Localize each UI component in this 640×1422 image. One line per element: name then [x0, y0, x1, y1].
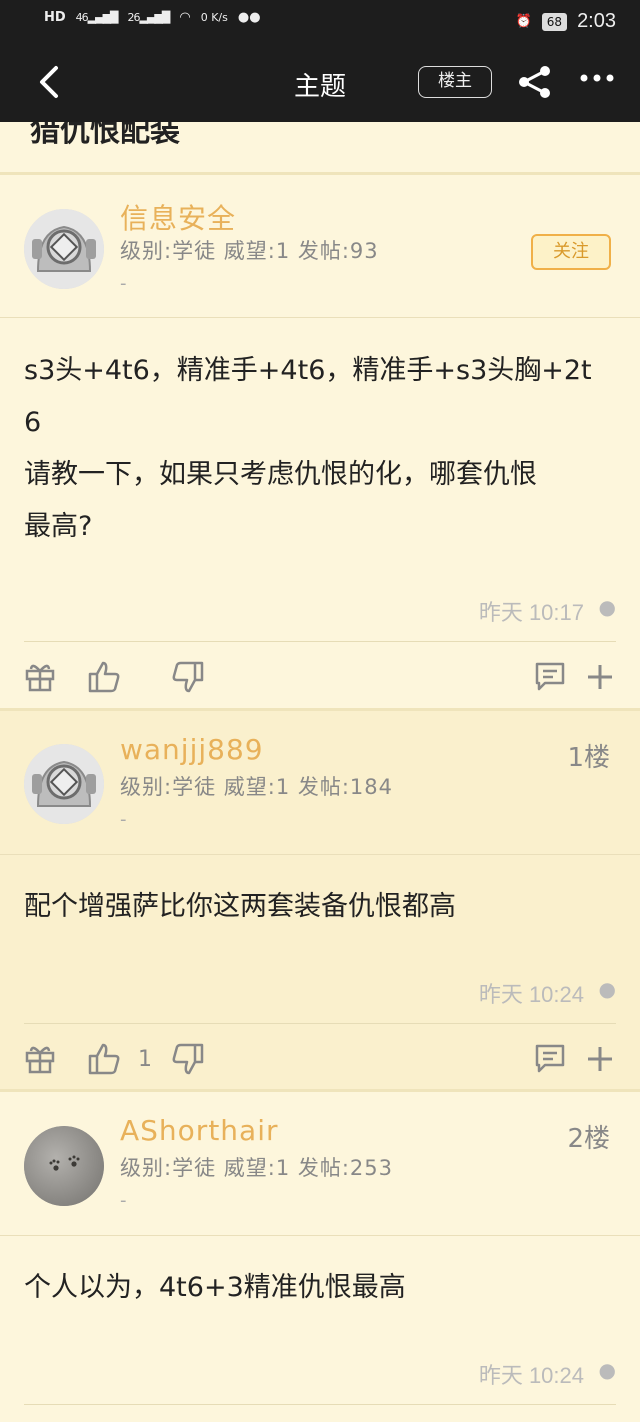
- thumbs-up-icon[interactable]: [86, 1041, 122, 1077]
- username[interactable]: wanjjj889: [120, 733, 264, 766]
- post-main: 信息安全 级别:学徒 威望:1 发帖:93 - 关注 s3头+4t6，精准手+4…: [0, 175, 640, 710]
- paw-print-icon: [24, 1126, 104, 1206]
- user-signature: -: [120, 273, 127, 294]
- apple-icon: ●: [598, 977, 616, 1001]
- clock: 2:03: [577, 10, 616, 32]
- avatar[interactable]: [24, 1126, 104, 1206]
- user-meta: 级别:学徒 威望:1 发帖:93: [120, 239, 379, 263]
- thread-title-area: 猎仇恨配装: [0, 122, 640, 174]
- gift-icon[interactable]: [22, 1040, 58, 1076]
- status-bar: HD 46▂▄▆█ 26▂▄▆█ ◠ 0 K/s ●● ⏰ 68 2:03: [0, 0, 640, 44]
- post-content: 个人以为，4t6+3精准仇恨最高: [24, 1262, 618, 1314]
- divider: [0, 317, 640, 318]
- thumbs-down-icon[interactable]: [170, 1041, 206, 1077]
- signal-icon-2: 26▂▄▆█: [127, 11, 171, 24]
- share-icon: [519, 66, 550, 98]
- avatar[interactable]: [24, 744, 104, 824]
- plus-icon[interactable]: [582, 1041, 618, 1077]
- diver-helmet-icon: [24, 209, 104, 289]
- floor-number: 1楼: [567, 743, 610, 773]
- battery-icon: 68: [541, 12, 568, 31]
- content-line: 请教一下，如果只考虑仇恨的化，哪套仇恨: [24, 459, 537, 490]
- content-line: 个人以为，4t6+3精准仇恨最高: [24, 1272, 406, 1303]
- divider: [24, 1023, 616, 1024]
- content-line: 6: [24, 407, 42, 438]
- more-button[interactable]: [574, 60, 620, 96]
- username[interactable]: 信息安全: [120, 197, 236, 237]
- post-content: s3头+4t6，精准手+4t6，精准手+s3头胸+2t 6 请教一下，如果只考虑…: [24, 345, 618, 553]
- post-time: 昨天 10:17: [478, 600, 584, 625]
- share-button[interactable]: [516, 64, 554, 100]
- apple-icon: ●: [598, 595, 616, 619]
- comment-icon[interactable]: [532, 1041, 568, 1077]
- user-meta: 级别:学徒 威望:1 发帖:253: [120, 1156, 394, 1180]
- post-reply: wanjjj889 级别:学徒 威望:1 发帖:184 - 1楼 配个增强萨比你…: [0, 711, 640, 1089]
- user-meta: 级别:学徒 威望:1 发帖:184: [120, 775, 394, 799]
- alarm-icon: ⏰: [515, 14, 532, 29]
- more-icon: [580, 74, 614, 82]
- username[interactable]: AShorthair: [120, 1114, 279, 1147]
- plus-icon[interactable]: [582, 659, 618, 695]
- user-signature: -: [120, 1190, 127, 1211]
- op-only-button[interactable]: 楼主: [418, 66, 492, 98]
- comment-icon[interactable]: [532, 659, 568, 695]
- content-line: 最高?: [24, 511, 93, 542]
- gift-icon[interactable]: [22, 658, 58, 694]
- avatar[interactable]: [24, 209, 104, 289]
- divider: [24, 1404, 616, 1405]
- floor-number: 2楼: [567, 1124, 610, 1154]
- post-content: 配个增强萨比你这两套装备仇恨都高: [24, 881, 618, 933]
- user-signature: -: [120, 809, 127, 830]
- follow-button[interactable]: 关注: [531, 234, 611, 270]
- post-reply: AShorthair 级别:学徒 威望:1 发帖:253 - 2楼 个人以为，4…: [0, 1092, 640, 1422]
- thumbs-down-icon[interactable]: [170, 659, 206, 695]
- signal-icon-1: 46▂▄▆█: [75, 11, 119, 24]
- content-line: s3头+4t6，精准手+4t6，精准手+s3头胸+2t: [24, 355, 592, 386]
- post-time: 昨天 10:24: [478, 982, 584, 1007]
- divider: [0, 1235, 640, 1236]
- network-speed: 0 K/s: [200, 11, 228, 24]
- thread-title: 猎仇恨配装: [30, 122, 180, 149]
- hd-indicator: HD: [44, 10, 66, 25]
- post-time: 昨天 10:24: [478, 1363, 584, 1388]
- divider: [24, 641, 616, 642]
- wechat-icon: ●●: [237, 10, 261, 25]
- thumbs-up-icon[interactable]: [86, 659, 122, 695]
- wifi-icon: ◠: [179, 10, 191, 25]
- diver-helmet-icon: [24, 744, 104, 824]
- apple-icon: ●: [598, 1358, 616, 1382]
- like-count: 1: [138, 1047, 152, 1072]
- divider: [0, 854, 640, 855]
- content-line: 配个增强萨比你这两套装备仇恨都高: [24, 891, 456, 922]
- nav-bar: 主题 楼主: [0, 50, 640, 116]
- top-bar: HD 46▂▄▆█ 26▂▄▆█ ◠ 0 K/s ●● ⏰ 68 2:03 主题…: [0, 0, 640, 122]
